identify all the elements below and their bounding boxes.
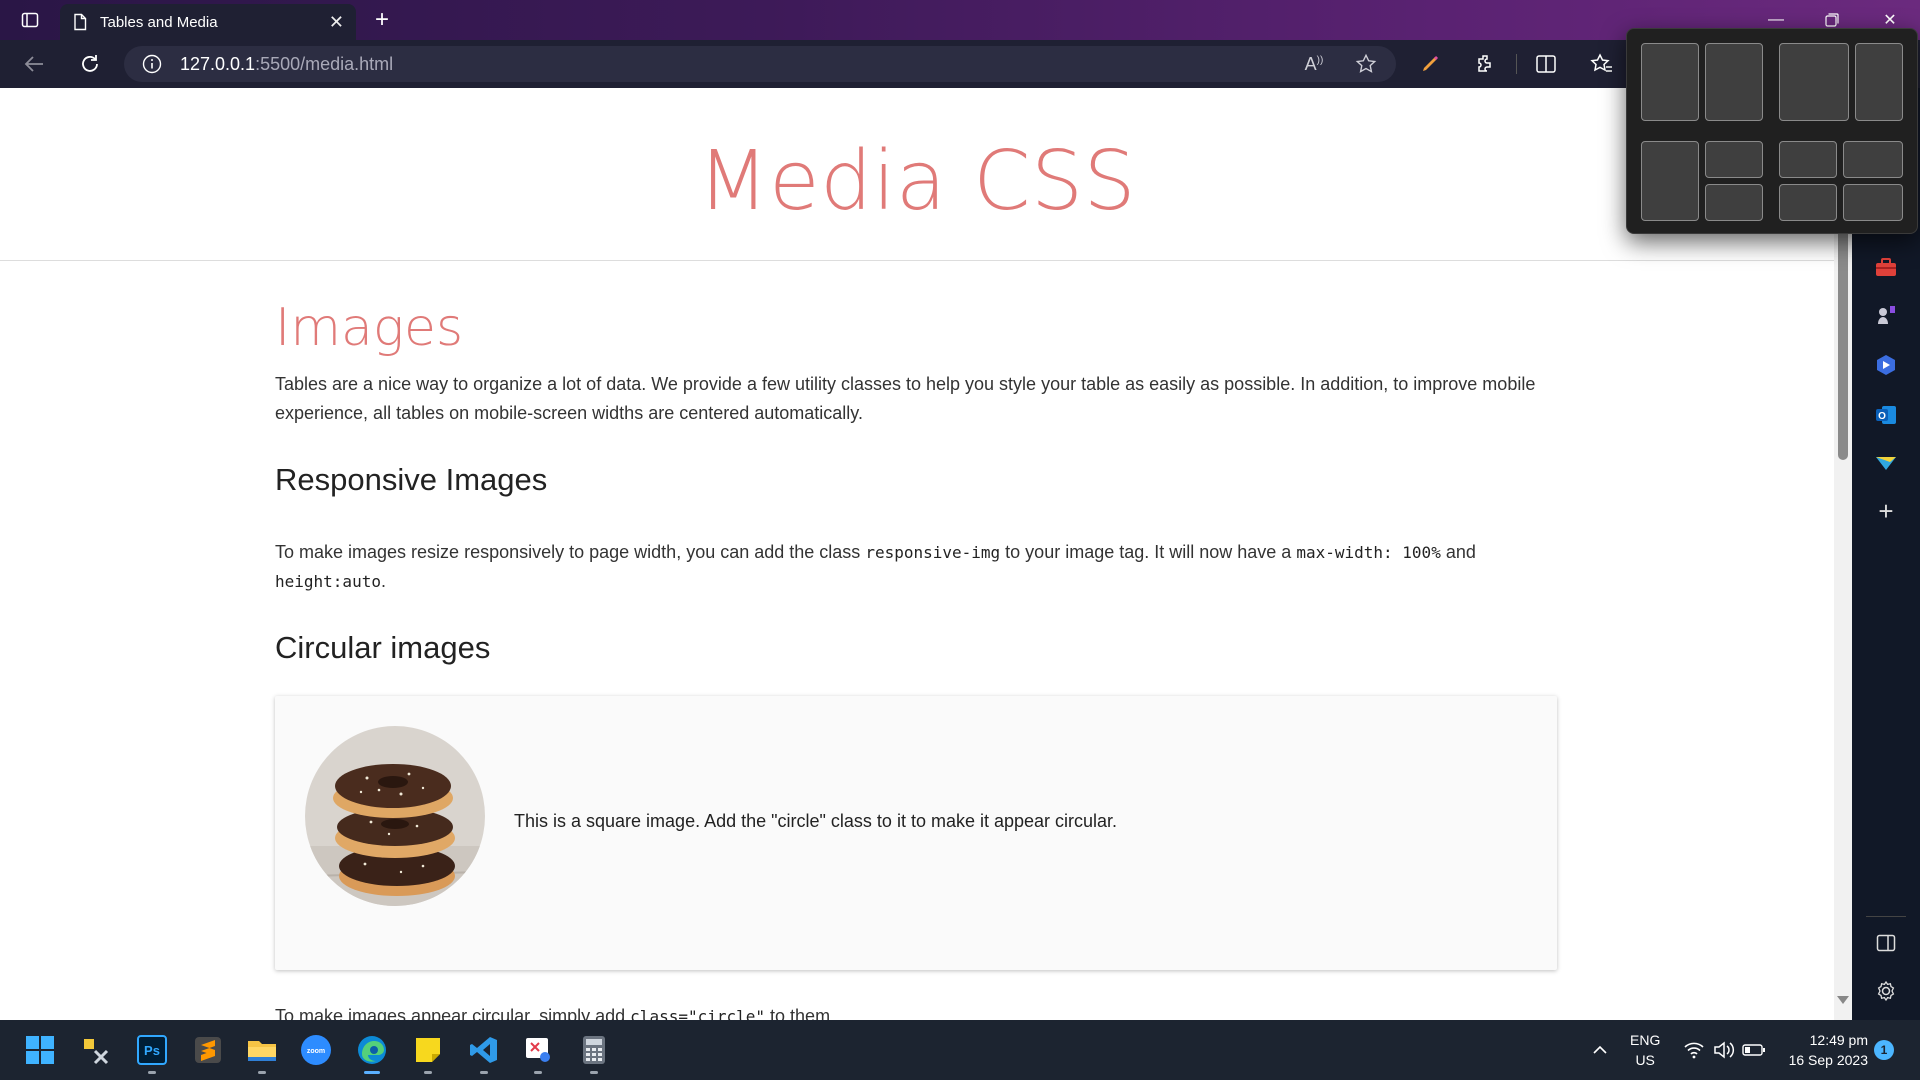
- sublime-text-icon[interactable]: [192, 1034, 224, 1066]
- snap-zone[interactable]: [1705, 43, 1763, 121]
- scroll-down-arrow[interactable]: [1837, 996, 1849, 1004]
- sidebar-divider: [1866, 916, 1906, 917]
- snap-zone[interactable]: [1779, 184, 1837, 221]
- favorite-star-icon[interactable]: [1350, 50, 1382, 78]
- battery-icon[interactable]: [1738, 1034, 1770, 1066]
- pen-icon[interactable]: [1414, 50, 1446, 78]
- outlook-icon[interactable]: O: [1873, 402, 1899, 428]
- snap-zone[interactable]: [1705, 184, 1763, 221]
- tab-actions-icon: [21, 12, 39, 28]
- photoshop-icon[interactable]: Ps: [136, 1034, 168, 1074]
- svg-text:O: O: [1878, 411, 1886, 422]
- snap-zone[interactable]: [1641, 43, 1699, 121]
- intro-paragraph: Tables are a nice way to organize a lot …: [275, 374, 1536, 423]
- info-icon[interactable]: [142, 54, 162, 74]
- browser-tab[interactable]: Tables and Media ✕: [60, 4, 356, 40]
- games-icon[interactable]: [1873, 302, 1899, 328]
- system-clock[interactable]: 12:49 pm 16 Sep 2023: [1768, 1030, 1868, 1070]
- address-bar[interactable]: 127.0.0.1:5500/media.html: [124, 46, 1396, 82]
- wifi-icon[interactable]: [1678, 1034, 1710, 1066]
- svg-text:zoom: zoom: [307, 1048, 325, 1055]
- read-aloud-icon[interactable]: A)): [1298, 50, 1330, 78]
- sidebar-toggle-icon[interactable]: [1873, 930, 1899, 956]
- toolbar-divider: [1516, 54, 1517, 74]
- web-page: Media CSS Images Tables are a nice way t…: [0, 88, 1834, 1020]
- snap-zone[interactable]: [1641, 141, 1699, 221]
- new-tab-icon[interactable]: +: [368, 6, 396, 34]
- circular-heading: Circular images: [275, 630, 491, 665]
- circle-instructions: To make images appear circular, simply a…: [275, 1006, 836, 1020]
- donut-image: [305, 726, 485, 906]
- copilot-icon[interactable]: [1873, 352, 1899, 378]
- edge-icon[interactable]: [356, 1034, 388, 1074]
- volume-icon[interactable]: [1708, 1034, 1740, 1066]
- card-caption: This is a square image. Add the "circle"…: [514, 811, 1118, 831]
- zoom-icon[interactable]: zoom: [300, 1034, 332, 1066]
- snap-zone[interactable]: [1843, 141, 1903, 178]
- close-icon[interactable]: ✕: [329, 12, 344, 33]
- code-height-auto: height:auto: [275, 572, 381, 591]
- responsive-heading: Responsive Images: [275, 462, 548, 497]
- favorites-icon[interactable]: [1586, 50, 1618, 78]
- hero-header: Media CSS: [0, 88, 1834, 261]
- sticky-notes-icon[interactable]: [412, 1034, 444, 1074]
- refresh-icon[interactable]: [74, 50, 106, 78]
- toolbox-icon[interactable]: [1873, 254, 1899, 280]
- settings-icon[interactable]: [1873, 978, 1899, 1004]
- tools-app-icon[interactable]: [80, 1034, 112, 1066]
- language-indicator[interactable]: ENG US: [1630, 1030, 1660, 1070]
- split-screen-icon[interactable]: [1530, 50, 1562, 78]
- code-responsive-img: responsive-img: [865, 543, 1001, 562]
- section-title: Images: [275, 298, 464, 358]
- notification-badge[interactable]: 1: [1874, 1040, 1894, 1060]
- drop-icon[interactable]: [1873, 450, 1899, 476]
- page-title: Media CSS: [697, 133, 1137, 229]
- snap-layouts-flyout: [1626, 28, 1918, 234]
- extensions-icon[interactable]: [1470, 50, 1502, 78]
- windows-taskbar: Ps zoom ENG US 12:49 pm 16 Sep 2023 1: [0, 1020, 1920, 1080]
- file-explorer-icon[interactable]: [246, 1034, 278, 1074]
- calculator-icon[interactable]: [578, 1034, 610, 1074]
- back-icon[interactable]: [18, 50, 50, 78]
- snap-zone[interactable]: [1705, 141, 1763, 178]
- tab-actions-button[interactable]: [12, 6, 48, 34]
- vscode-icon[interactable]: [468, 1034, 500, 1074]
- snipping-tool-icon[interactable]: [522, 1034, 554, 1074]
- snap-zone[interactable]: [1855, 43, 1903, 121]
- page-icon: [74, 13, 87, 31]
- tab-title: Tables and Media: [100, 13, 218, 31]
- windows-start-icon[interactable]: [24, 1034, 56, 1066]
- scrollbar-thumb[interactable]: [1838, 228, 1848, 460]
- main-content: Images Tables are a nice way to organize…: [275, 298, 1557, 970]
- chevron-up-icon[interactable]: [1584, 1034, 1616, 1066]
- snap-zone[interactable]: [1779, 141, 1837, 178]
- snap-zone[interactable]: [1843, 184, 1903, 221]
- circular-image-card: This is a square image. Add the "circle"…: [275, 696, 1557, 970]
- code-max-width: max-width: 100%: [1296, 543, 1441, 562]
- svg-text:Ps: Ps: [144, 1043, 160, 1058]
- snap-zone[interactable]: [1779, 43, 1849, 121]
- url-text[interactable]: 127.0.0.1:5500/media.html: [180, 54, 393, 75]
- add-icon[interactable]: +: [1873, 496, 1899, 526]
- responsive-paragraph: To make images resize responsively to pa…: [275, 542, 1476, 591]
